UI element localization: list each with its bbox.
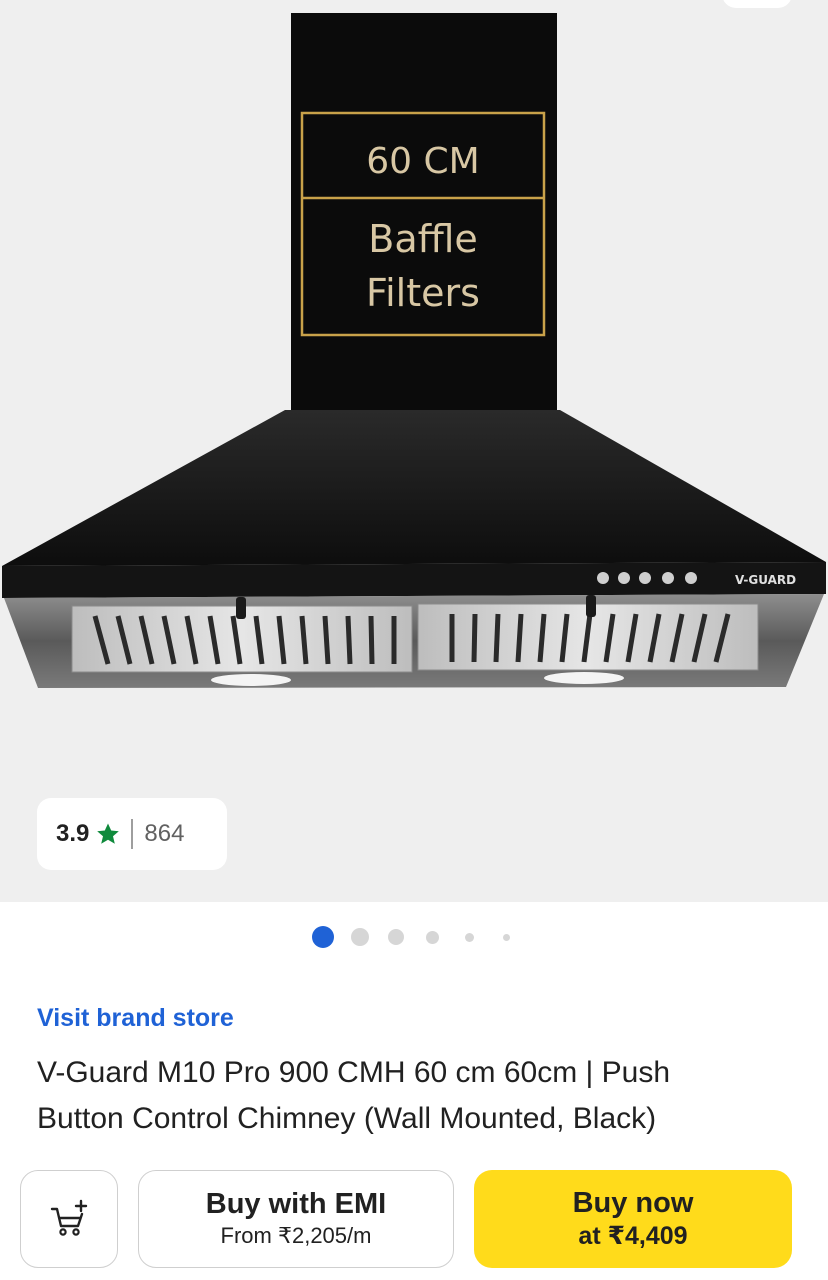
brand-logo-text: V-GUARD	[735, 573, 796, 587]
emi-monthly-price: From ₹2,205/m	[220, 1223, 372, 1248]
hood-light-left	[211, 674, 291, 686]
product-title-line-1: V-Guard M10 Pro 900 CMH 60 cm 60cm | Pus…	[37, 1056, 671, 1089]
buy-now-button[interactable]: Buy now at ₹4,409	[474, 1170, 792, 1268]
add-to-cart-button[interactable]	[20, 1170, 118, 1268]
buy-with-emi-button[interactable]: Buy with EMI From ₹2,205/m	[138, 1170, 454, 1268]
carousel-dot-active[interactable]	[312, 926, 334, 948]
carousel-dot[interactable]	[351, 928, 369, 946]
carousel-dot[interactable]	[503, 934, 510, 941]
image-filter-text-2: Filters	[366, 271, 480, 315]
add-to-cart-icon	[50, 1199, 88, 1236]
star-icon	[97, 823, 120, 844]
buy-now-price: at ₹4,409	[578, 1222, 688, 1250]
rating-count: 864	[144, 820, 185, 847]
buy-now-label: Buy now	[572, 1187, 694, 1219]
rating-value: 3.9	[56, 820, 90, 847]
product-title: V-Guard M10 Pro 900 CMH 60 cm 60cm | Pus…	[37, 1050, 807, 1142]
product-image-gallery[interactable]: 60 CM Baffle Filters V-GUARD 3.9 864	[0, 0, 828, 902]
product-title-line-2: Button Control Chimney (Wall Mounted, Bl…	[37, 1102, 657, 1135]
carousel-indicator[interactable]	[0, 925, 828, 949]
image-filter-text-1: Baffle	[368, 217, 477, 261]
product-image[interactable]: 60 CM Baffle Filters V-GUARD	[0, 0, 828, 902]
visit-brand-store-link[interactable]: Visit brand store	[37, 1004, 234, 1033]
chimney-tower	[291, 13, 557, 413]
rating-divider	[131, 819, 134, 849]
carousel-dot[interactable]	[426, 931, 439, 944]
hood-body	[2, 410, 826, 566]
image-size-text: 60 CM	[366, 141, 479, 182]
hood-light-right	[544, 672, 624, 684]
carousel-dot[interactable]	[465, 933, 474, 942]
carousel-dot[interactable]	[388, 929, 404, 945]
emi-label: Buy with EMI	[205, 1188, 387, 1220]
rating-badge[interactable]: 3.9 864	[37, 798, 227, 870]
